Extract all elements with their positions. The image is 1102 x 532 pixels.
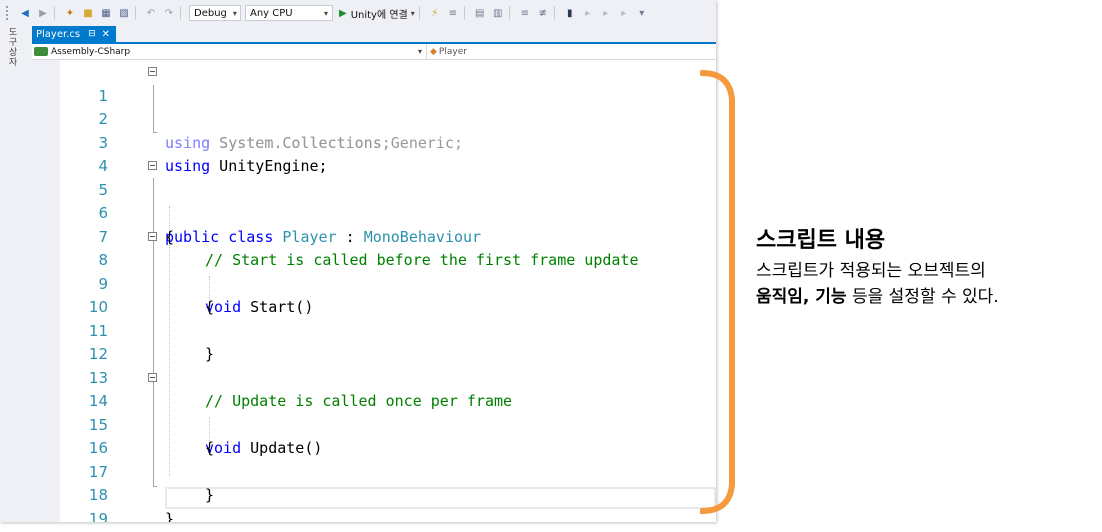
platform-select[interactable]: Any CPU ▾ <box>245 5 333 21</box>
chevron-down-icon: ▾ <box>417 47 422 56</box>
forward-icon[interactable]: ▶ <box>36 6 50 20</box>
navigation-bar: Assembly-CSharp ▾ ◆ Player <box>32 44 716 60</box>
document-tab-title: Player.cs <box>36 28 81 40</box>
new-item-icon[interactable]: ✦ <box>63 6 77 20</box>
code-line: 1 using System.Collections; <box>32 61 716 152</box>
code-line: 16 <box>32 414 716 457</box>
code-line: 6 { <box>32 179 716 246</box>
attach-to-unity-button[interactable]: ▶ Unity에 연결 ▾ <box>339 6 415 21</box>
code-line: 15 { <box>32 390 716 458</box>
code-line: 11 } <box>32 296 716 364</box>
toolbar-separator <box>135 6 136 20</box>
code-line: 9 { <box>32 249 716 317</box>
code-line: 3 using UnityEngine; <box>32 108 716 176</box>
code-line: 5 public class Player : MonoBehaviour <box>32 155 716 246</box>
toolbar-separator <box>553 6 555 20</box>
collapse-icon[interactable] <box>148 372 157 382</box>
toolbar-grip[interactable] <box>6 6 14 20</box>
annotation-description-rest: 등을 설정할 수 있다. <box>846 287 999 307</box>
visual-studio-window: ◀ ▶ ✦ ■ ▦ ▧ ↶ ↷ Debug ▾ Any CPU ▾ ▶ Unit… <box>0 0 716 522</box>
brace-token: } <box>165 509 175 523</box>
platform-select-value: Any CPU <box>250 7 293 19</box>
chevron-down-icon: ▾ <box>232 8 237 18</box>
save-all-icon[interactable]: ▧ <box>117 6 131 20</box>
toolbar-separator <box>463 6 465 20</box>
csharp-project-icon <box>34 47 48 56</box>
project-dropdown[interactable]: Assembly-CSharp ▾ <box>34 44 427 59</box>
open-folder-icon[interactable]: ■ <box>81 6 95 20</box>
code-line: 14 void Update() <box>32 367 716 457</box>
solution-explorer-icon[interactable]: ▥ <box>491 6 505 20</box>
play-icon: ▶ <box>339 7 347 19</box>
close-icon[interactable]: ✕ <box>102 29 110 40</box>
highlight-bracket <box>700 70 735 514</box>
chevron-down-icon: ▾ <box>410 8 415 18</box>
code-line: 4 <box>32 132 716 175</box>
toolbar-overflow-icon[interactable]: ▾ <box>635 6 649 20</box>
class-dropdown[interactable]: ◆ Player <box>430 44 467 59</box>
code-editor[interactable]: 1 using System.Collections; 2 using Syst… <box>32 60 716 522</box>
toolbar-separator <box>418 6 420 20</box>
annotation-title: 스크립트 내용 <box>756 228 886 253</box>
redo-icon[interactable]: ↷ <box>162 6 176 20</box>
clear-bookmarks-icon[interactable]: ▸ <box>617 6 631 20</box>
undo-icon[interactable]: ↶ <box>144 6 158 20</box>
pin-icon[interactable]: ⊟ <box>88 29 96 39</box>
code-lines: 1 using System.Collections; 2 using Syst… <box>32 61 716 523</box>
save-icon[interactable]: ▦ <box>99 6 113 20</box>
toolbar-separator <box>54 6 55 20</box>
code-line: 19 <box>32 484 716 523</box>
code-line: 2 using System.Collections.Generic; <box>32 85 716 152</box>
code-line: 12 <box>32 320 716 363</box>
code-line: 8 void Start() <box>32 226 716 316</box>
annotation-description-line: 움직임, 기능 등을 설정할 수 있다. <box>756 282 999 307</box>
collapse-icon[interactable] <box>148 67 157 76</box>
toolbar: ◀ ▶ ✦ ■ ▦ ▧ ↶ ↷ Debug ▾ Any CPU ▾ ▶ Unit… <box>0 0 716 26</box>
class-icon: ◆ <box>430 46 437 57</box>
comment-out-icon[interactable]: ≡ <box>518 6 532 20</box>
step-icon[interactable]: ≡ <box>446 6 460 20</box>
code-line: 13 // Update is called once per frame <box>32 343 716 411</box>
toolbar-separator <box>508 6 510 20</box>
annotation-description-line: 스크립트가 적용되는 오브젝트의 <box>756 261 986 281</box>
code-line: 17 } <box>32 437 716 505</box>
attach-to-unity-label: Unity에 연결 <box>350 9 408 21</box>
toolbar-separator <box>180 6 181 20</box>
code-line: 18 } <box>32 461 716 522</box>
previous-bookmark-icon[interactable]: ▸ <box>581 6 595 20</box>
tool-window-strip: 도구 상자 <box>0 26 32 522</box>
back-icon[interactable]: ◀ <box>18 6 32 20</box>
configuration-select-value: Debug <box>194 7 227 19</box>
code-line: 10 <box>32 273 716 316</box>
code-line: 7 // Start is called before the first fr… <box>32 202 716 270</box>
hot-reload-icon[interactable]: ⚡ <box>428 6 442 20</box>
find-icon[interactable]: ▤ <box>473 6 487 20</box>
document-tab-bar: Player.cs ⊟ ✕ <box>32 26 716 44</box>
bookmark-icon[interactable]: ▮ <box>563 6 577 20</box>
class-dropdown-value: Player <box>438 46 467 57</box>
bracket-stroke <box>700 70 735 514</box>
toolbox-tab[interactable]: 도구 상자 <box>6 28 20 68</box>
uncomment-icon[interactable]: ≢ <box>536 6 550 20</box>
project-dropdown-value: Assembly-CSharp <box>51 46 131 57</box>
collapse-icon[interactable] <box>148 161 157 170</box>
configuration-select[interactable]: Debug ▾ <box>189 5 241 21</box>
collapse-icon[interactable] <box>148 231 157 241</box>
document-tab-player[interactable]: Player.cs ⊟ ✕ <box>32 26 117 42</box>
annotation-emphasis: 움직임, 기능 <box>756 287 847 307</box>
next-bookmark-icon[interactable]: ▸ <box>599 6 613 20</box>
chevron-down-icon: ▾ <box>323 8 328 18</box>
line-number: 19 <box>88 509 108 523</box>
